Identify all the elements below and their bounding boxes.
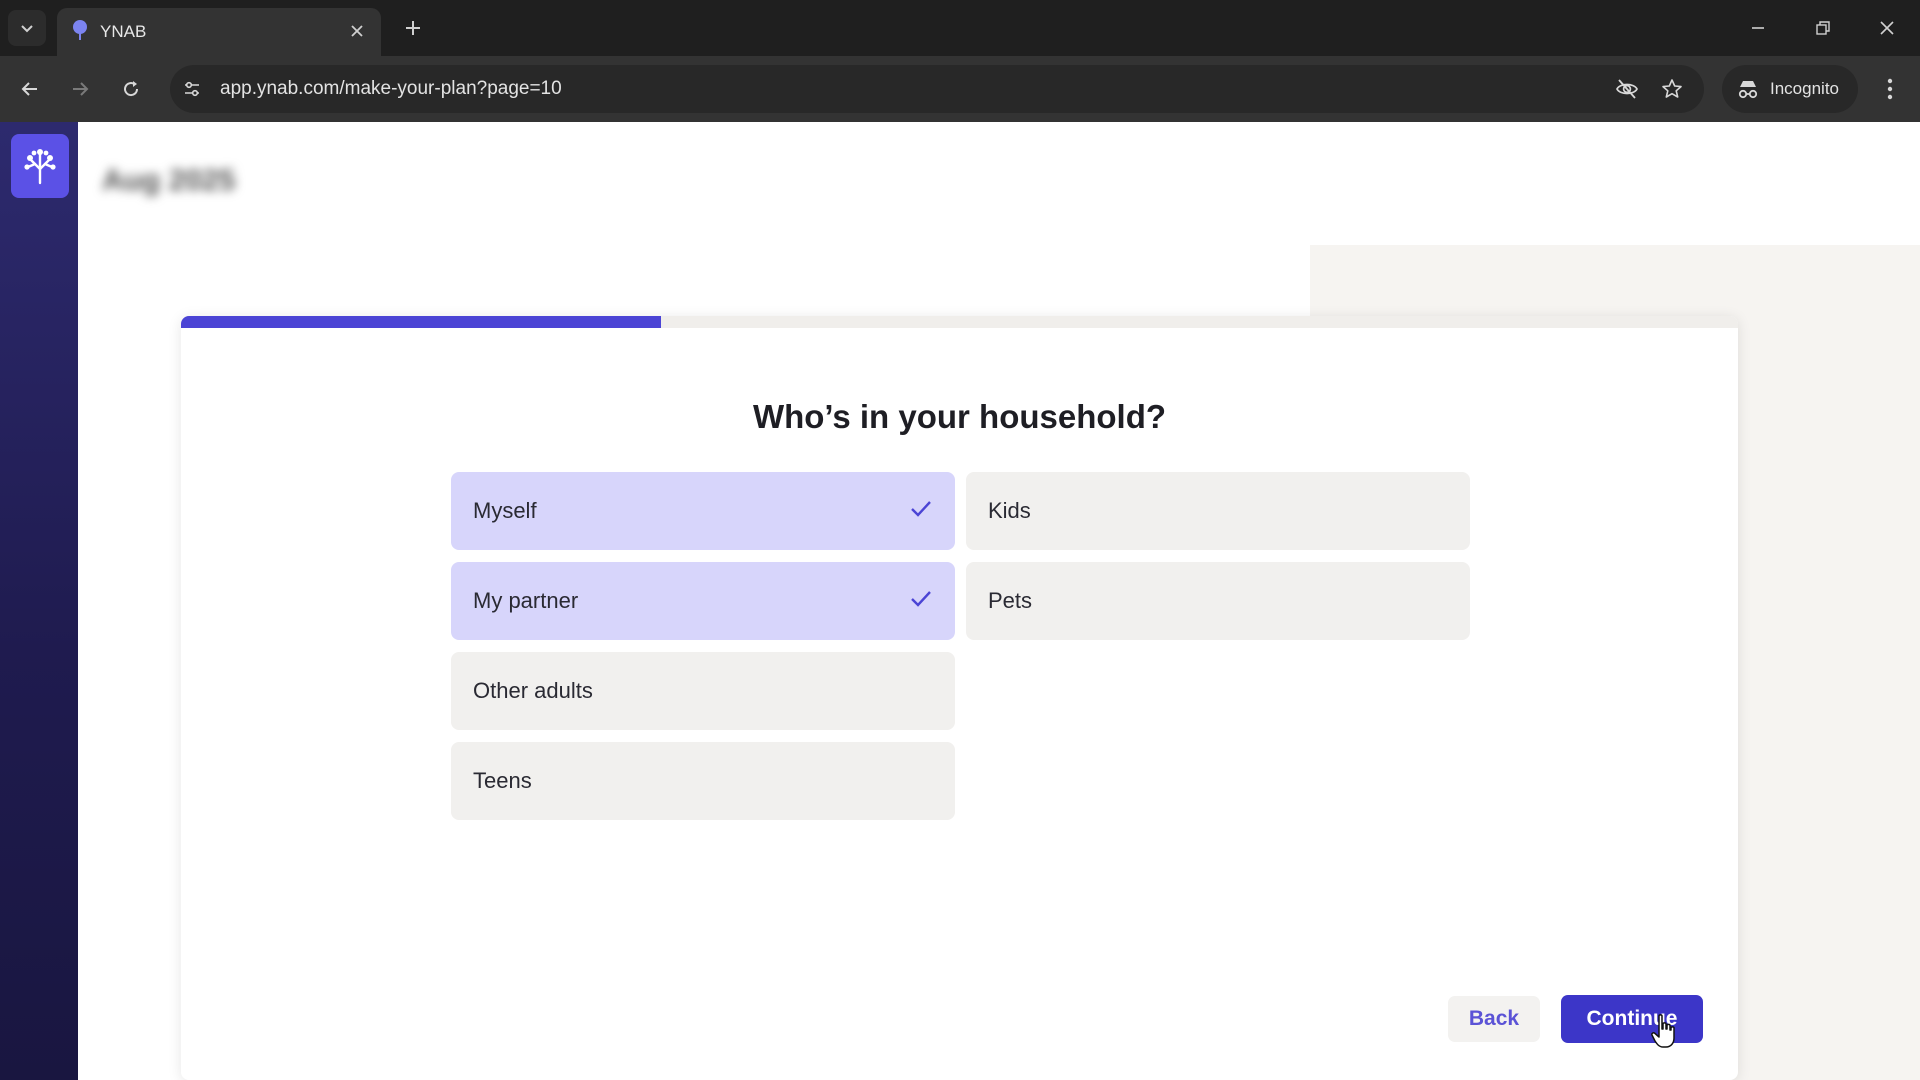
tab-search-button[interactable] [8, 10, 46, 46]
option-my-partner[interactable]: My partner [451, 562, 955, 640]
address-bar[interactable]: app.ynab.com/make-your-plan?page=10 [170, 65, 1704, 113]
month-label: Aug 2025 [102, 164, 236, 197]
tune-icon [185, 81, 199, 97]
close-window-button[interactable] [1869, 12, 1905, 44]
back-nav-button[interactable] [12, 71, 48, 107]
incognito-indicator[interactable]: Incognito [1722, 65, 1858, 113]
tab-title: YNAB [100, 22, 147, 41]
ynab-tree-icon [73, 20, 87, 40]
arrow-left-icon [21, 82, 37, 96]
star-icon [1662, 79, 1682, 98]
option-label: Myself [473, 498, 537, 523]
pointer-cursor-icon [1651, 1014, 1675, 1048]
question-title: Who’s in your household? [752, 398, 1167, 435]
minimize-icon [1752, 27, 1764, 29]
progress-bar [181, 316, 1738, 328]
browser-menu-button[interactable] [1872, 71, 1908, 107]
checkmark-icon [911, 591, 931, 607]
incognito-icon [1738, 81, 1758, 99]
forward-nav-button[interactable] [62, 71, 98, 107]
tab-close-button[interactable] [347, 21, 367, 41]
browser-tab[interactable]: YNAB [57, 8, 381, 56]
bookmark-button[interactable] [1659, 76, 1685, 102]
new-tab-button[interactable] [398, 13, 428, 43]
progress-bar-fill [181, 316, 661, 328]
option-pets[interactable]: Pets [966, 562, 1470, 640]
browser-toolbar: app.ynab.com/make-your-plan?page=10 Inco… [0, 56, 1920, 122]
reload-icon [124, 81, 139, 97]
eye-off-icon [1616, 79, 1638, 99]
browser-tab-bar: YNAB [0, 0, 1920, 56]
chevron-down-icon [21, 25, 33, 33]
restore-icon [1816, 21, 1830, 35]
close-icon [351, 25, 363, 37]
kebab-menu-icon [1887, 78, 1893, 100]
plus-icon [406, 21, 420, 35]
tracking-protection-button[interactable] [1614, 76, 1640, 102]
close-icon [1880, 21, 1894, 35]
app-sidebar [0, 122, 78, 1080]
incognito-label: Incognito [1770, 79, 1839, 98]
url-text[interactable]: app.ynab.com/make-your-plan?page=10 [220, 78, 562, 100]
checkmark-icon [911, 501, 931, 517]
continue-button[interactable]: Continue [1561, 995, 1703, 1043]
option-label: Pets [988, 588, 1033, 613]
option-label: Teens [473, 768, 532, 793]
option-label: Kids [988, 498, 1031, 523]
option-kids[interactable]: Kids [966, 472, 1470, 550]
ynab-logo-button[interactable] [11, 134, 69, 198]
household-question-modal: Who’s in your household? Myself Kids My … [181, 316, 1738, 1080]
option-other-adults[interactable]: Other adults [451, 652, 955, 730]
reload-button[interactable] [113, 71, 149, 107]
restore-button[interactable] [1805, 12, 1841, 44]
back-button[interactable]: Back [1448, 996, 1540, 1042]
option-teens[interactable]: Teens [451, 742, 955, 820]
option-myself[interactable]: Myself [451, 472, 955, 550]
arrow-right-icon [73, 82, 89, 96]
option-label: Other adults [473, 678, 593, 703]
ynab-tree-icon [24, 149, 56, 185]
option-label: My partner [473, 588, 579, 613]
minimize-button[interactable] [1740, 12, 1776, 44]
site-info-button[interactable] [180, 77, 204, 101]
